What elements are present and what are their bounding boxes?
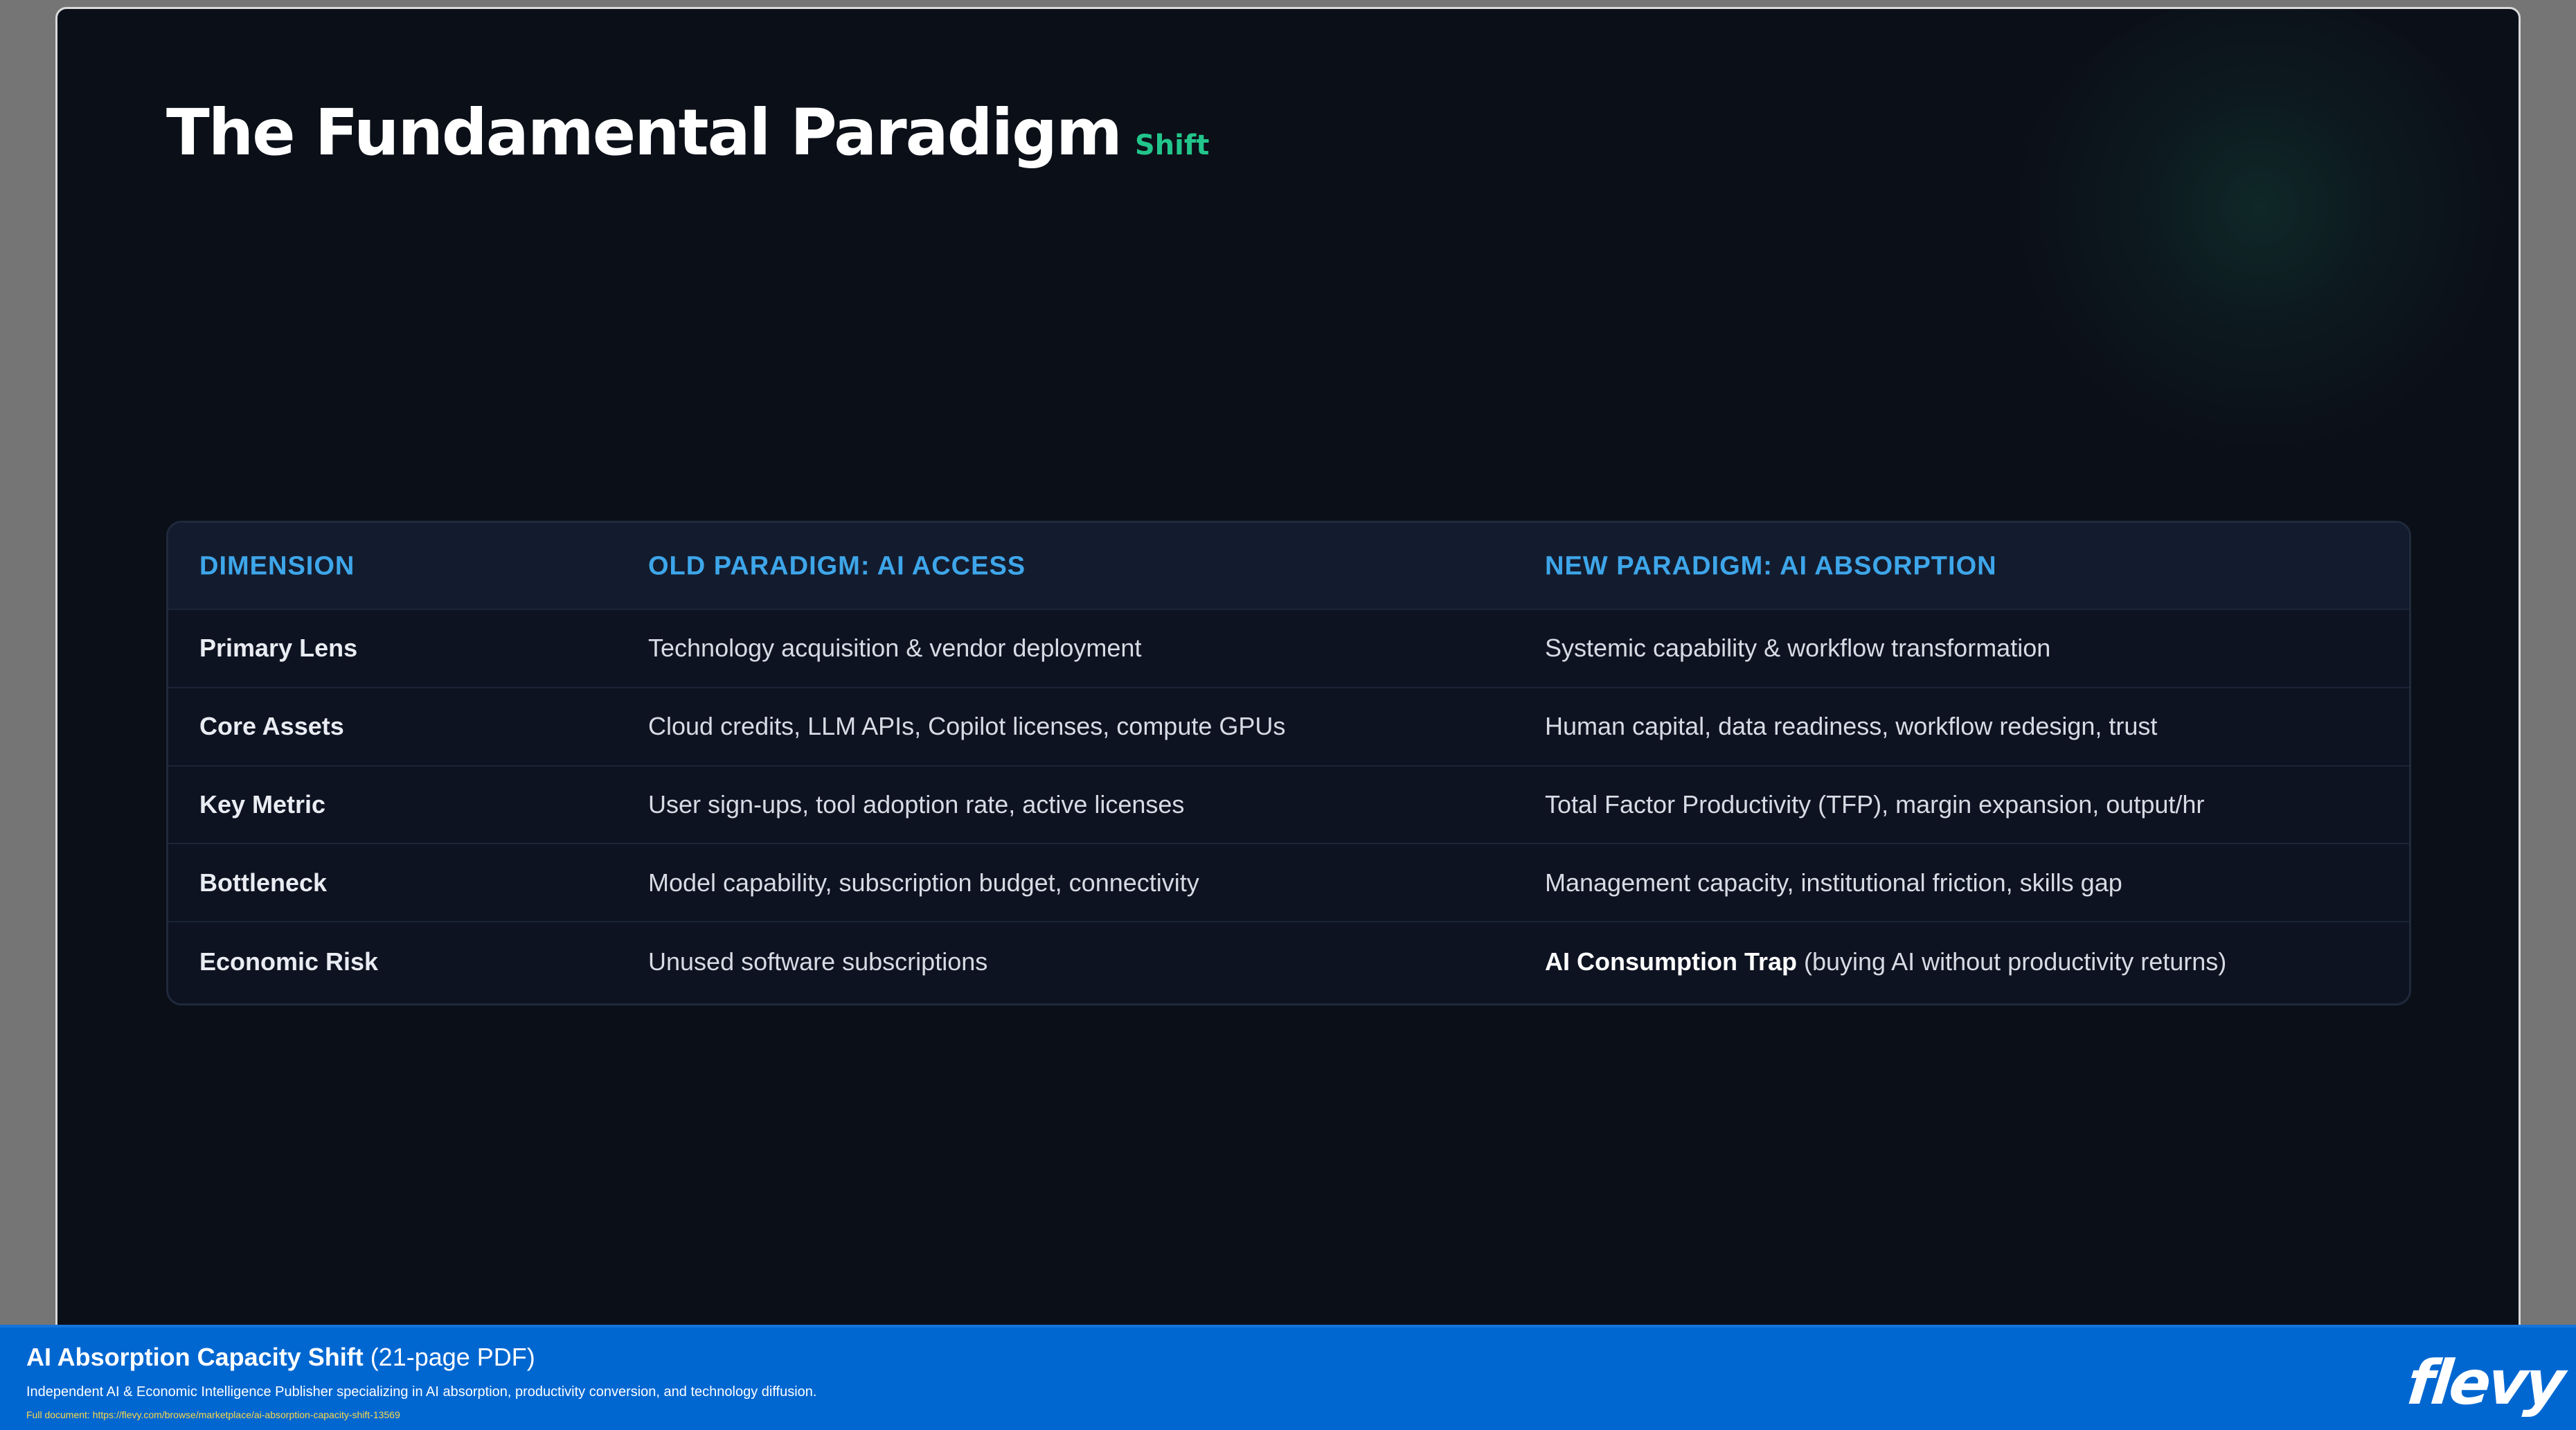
header-dimension: DIMENSION: [199, 551, 355, 581]
cell-new: Systemic capability & workflow transform…: [1545, 634, 2050, 663]
header-new-paradigm: NEW PARADIGM: AI ABSORPTION: [1545, 551, 1997, 581]
title-accent: Shift: [1134, 129, 1210, 161]
cell-new-text: Total Factor Productivity (TFP), margin …: [1545, 789, 2205, 819]
cell-new-bold: AI Consumption Trap: [1545, 947, 1797, 976]
cell-new-text: Systemic capability & workflow transform…: [1545, 634, 2051, 663]
cell-new: Total Factor Productivity (TFP), margin …: [1545, 790, 2204, 819]
cell-dimension: Bottleneck: [199, 868, 328, 897]
paradigm-table: DIMENSION OLD PARADIGM: AI ACCESS NEW PA…: [166, 521, 2411, 1006]
document-footer-banner: AI Absorption Capacity Shift (21-page PD…: [0, 1325, 2576, 1430]
table-row: Core Assets Cloud credits, LLM APIs, Cop…: [168, 688, 2409, 767]
cell-new-text: Management capacity, institutional frict…: [1545, 868, 2122, 897]
cell-new-text: (buying AI without productivity returns): [1797, 947, 2227, 976]
title-main: The Fundamental Paradigm: [166, 96, 1122, 170]
document-viewer: The Fundamental Paradigm Shift DIMENSION…: [0, 0, 2576, 1430]
cell-old: User sign-ups, tool adoption rate, activ…: [648, 789, 1185, 819]
cell-old: Unused software subscriptions: [648, 947, 988, 976]
cell-dimension: Primary Lens: [199, 634, 358, 663]
cell-old: Model capability, subscription budget, c…: [648, 868, 1199, 897]
cell-dimension: Core Assets: [199, 712, 344, 741]
cell-old: Cloud credits, LLM APIs, Copilot license…: [648, 712, 1286, 741]
slide: The Fundamental Paradigm Shift DIMENSION…: [55, 7, 2521, 1430]
header-old-paradigm: OLD PARADIGM: AI ACCESS: [648, 551, 1026, 581]
cell-new: AI Consumption Trap (buying AI without p…: [1545, 947, 2226, 976]
cell-dimension: Economic Risk: [199, 947, 379, 976]
cell-new: Human capital, data readiness, workflow …: [1545, 712, 2157, 741]
cell-new-text: Human capital, data readiness, workflow …: [1545, 712, 2158, 741]
table-row: Bottleneck Model capability, subscriptio…: [168, 844, 2409, 923]
table-row: Primary Lens Technology acquisition & ve…: [168, 610, 2409, 688]
slide-title: The Fundamental Paradigm Shift: [166, 96, 1209, 170]
cell-old: Technology acquisition & vendor deployme…: [648, 634, 1142, 663]
document-title: AI Absorption Capacity Shift (21-page PD…: [26, 1343, 535, 1372]
cell-dimension: Key Metric: [199, 789, 326, 819]
document-title-bold: AI Absorption Capacity Shift: [26, 1343, 364, 1371]
document-link[interactable]: Full document: https://flevy.com/browse/…: [26, 1409, 400, 1420]
publisher-description: Independent AI & Economic Intelligence P…: [26, 1384, 817, 1400]
cell-new: Management capacity, institutional frict…: [1545, 868, 2122, 897]
decorative-glow: [2010, 9, 2509, 466]
table-header-row: DIMENSION OLD PARADIGM: AI ACCESS NEW PA…: [168, 523, 2409, 610]
flevy-logo[interactable]: flevy: [2404, 1347, 2566, 1418]
table-row: Economic Risk Unused software subscripti…: [168, 922, 2409, 1001]
table-row: Key Metric User sign-ups, tool adoption …: [168, 767, 2409, 845]
document-title-pages: (21-page PDF): [363, 1343, 535, 1371]
